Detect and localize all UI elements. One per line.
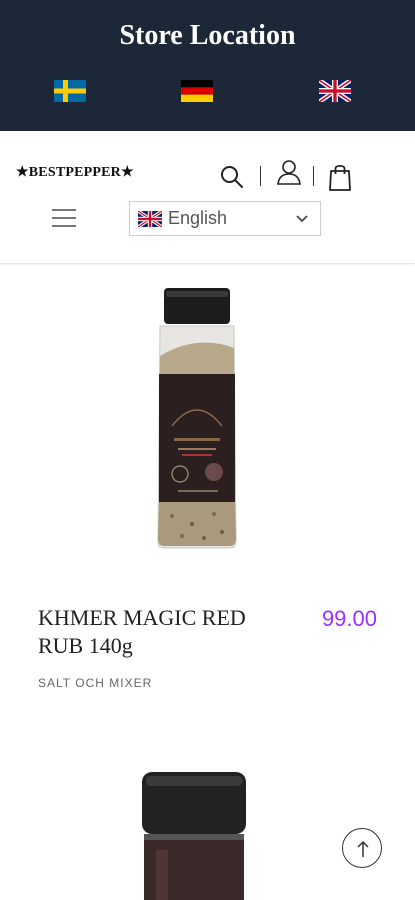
store-location-bar: Store Location <box>0 0 415 131</box>
product-title[interactable]: KHMER MAGIC RED RUB 140g <box>38 604 278 660</box>
scroll-to-top-button[interactable] <box>342 828 382 868</box>
chevron-down-icon <box>296 215 308 223</box>
site-header: ★BESTPEPPER★ English <box>0 131 415 264</box>
language-selected-label: English <box>168 208 228 228</box>
header-divider <box>313 166 314 186</box>
uk-flag-icon[interactable] <box>319 80 351 102</box>
product-price: 99.00 <box>321 606 377 631</box>
hamburger-menu-icon[interactable] <box>50 204 78 232</box>
product-category[interactable]: SALT OCH MIXER <box>38 676 152 690</box>
site-logo[interactable]: ★BESTPEPPER★ <box>16 164 134 181</box>
sweden-flag-icon[interactable] <box>54 80 86 102</box>
uk-flag-icon <box>138 211 162 227</box>
product-image[interactable] <box>152 286 242 551</box>
germany-flag-icon[interactable] <box>181 80 213 102</box>
header-divider <box>260 166 261 186</box>
product-image[interactable] <box>138 770 250 900</box>
shopping-bag-icon[interactable] <box>327 162 353 192</box>
user-icon[interactable] <box>275 158 303 186</box>
arrow-up-icon <box>357 840 369 857</box>
search-icon[interactable] <box>219 164 245 190</box>
store-location-title: Store Location <box>119 20 296 51</box>
language-select[interactable]: English <box>129 201 321 236</box>
